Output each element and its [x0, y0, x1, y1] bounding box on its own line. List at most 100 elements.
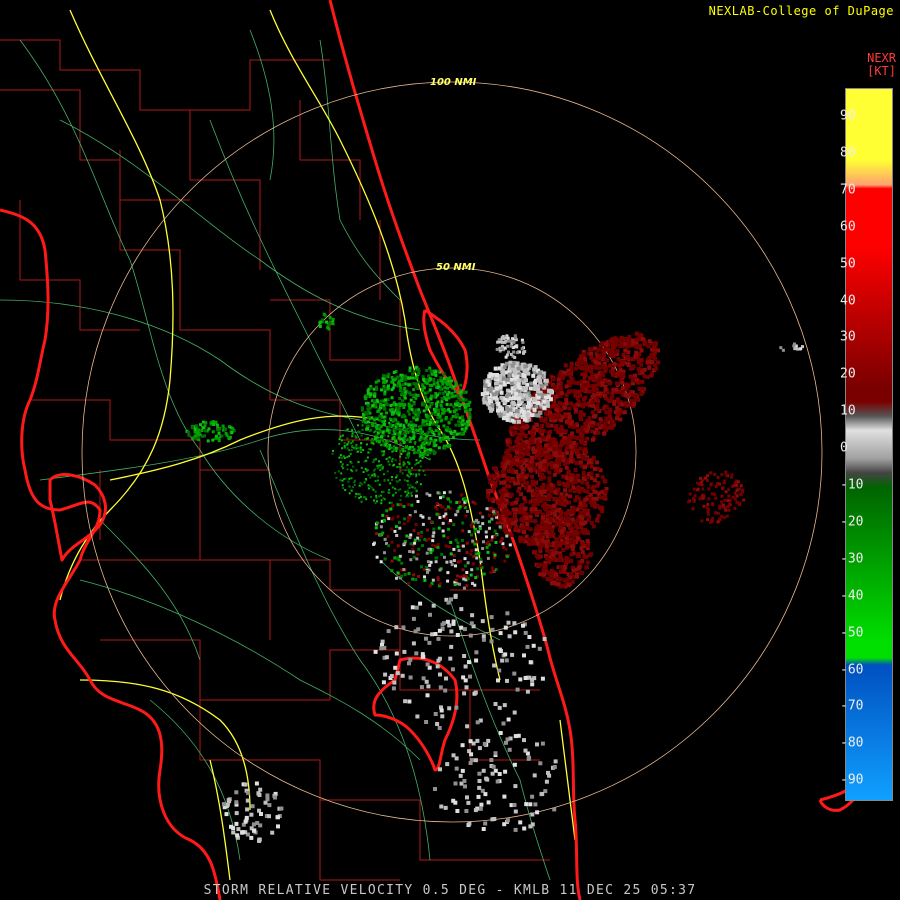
echo-pixel: [596, 347, 601, 352]
echo-pixel: [596, 491, 601, 496]
echo-pixel: [512, 402, 517, 407]
echo-pixel: [522, 481, 527, 486]
echo-pixel: [563, 439, 568, 444]
echo-pixel: [386, 426, 389, 429]
echo-pixel: [348, 477, 351, 480]
echo-pixel: [375, 532, 379, 536]
echo-pixel: [709, 482, 713, 486]
echo-pixel: [636, 357, 641, 362]
echo-pixel: [449, 403, 453, 407]
echo-pixel: [475, 738, 480, 743]
echo-pixel: [530, 474, 535, 479]
echo-pixel: [494, 391, 499, 396]
echo-pixel: [735, 488, 739, 492]
echo-pixel: [587, 458, 592, 463]
echo-pixel: [429, 551, 433, 554]
echo-pixel: [504, 361, 509, 366]
echo-pixel: [450, 667, 455, 672]
ring-label-50: 50 NMI: [436, 262, 476, 273]
echo-pixel: [431, 539, 435, 543]
echo-pixel: [448, 656, 453, 661]
echo-pixel: [595, 399, 600, 403]
echo-pixel: [449, 417, 453, 421]
echo-pixel: [622, 410, 627, 415]
echo-pixel: [231, 427, 235, 431]
echo-pixel: [384, 655, 389, 660]
echo-pixel: [547, 524, 552, 529]
echo-pixel: [459, 575, 463, 579]
echo-pixel: [393, 463, 395, 466]
echo-pixel: [529, 507, 534, 512]
echo-pixel: [552, 503, 557, 508]
echo-pixel: [557, 520, 561, 525]
echo-pixel: [595, 378, 600, 383]
echo-pixel: [471, 562, 475, 566]
echo-pixel: [502, 376, 507, 381]
echo-pixel: [391, 478, 394, 481]
echo-pixel: [431, 534, 435, 538]
echo-pixel: [520, 442, 525, 447]
echo-pixel: [522, 738, 526, 743]
echo-pixel: [481, 637, 486, 642]
echo-pixel: [546, 395, 551, 400]
echo-pixel: [386, 629, 391, 634]
echo-pixel: [411, 426, 414, 429]
echo-pixel: [442, 555, 446, 559]
echo-pixel: [587, 389, 592, 394]
echo-pixel: [392, 424, 395, 427]
echo-pixel: [391, 686, 396, 691]
echo-pixel: [406, 489, 409, 492]
echo-pixel: [224, 812, 229, 817]
echo-pixel: [547, 478, 552, 483]
echo-pixel: [424, 636, 428, 641]
echo-pixel: [396, 515, 400, 519]
echo-pixel: [498, 731, 503, 735]
echo-pixel: [376, 466, 379, 469]
echo-pixel: [198, 433, 202, 437]
echo-pixel: [556, 508, 560, 513]
echo-pixel: [477, 785, 482, 790]
echo-pixel: [692, 497, 695, 501]
echo-pixel: [375, 494, 378, 497]
echo-pixel: [524, 516, 529, 520]
echo-pixel: [252, 828, 256, 833]
echo-pixel: [445, 762, 450, 767]
echo-pixel: [382, 422, 386, 426]
echo-pixel: [501, 335, 505, 338]
echo-pixel: [495, 521, 499, 525]
echo-pixel: [390, 388, 394, 392]
echo-pixel: [711, 516, 715, 520]
echo-pixel: [412, 416, 416, 420]
echo-pixel: [453, 593, 458, 598]
echo-pixel: [552, 437, 557, 442]
echo-pixel: [514, 391, 519, 396]
echo-pixel: [553, 546, 558, 551]
echo-pixel: [409, 398, 413, 402]
echo-pixel: [402, 406, 406, 409]
echo-pixel: [498, 525, 502, 529]
echo-pixel: [406, 474, 409, 477]
echo-pixel: [377, 440, 381, 444]
echo-pixel: [373, 436, 376, 439]
echo-pixel: [464, 514, 468, 518]
echo-pixel: [447, 623, 452, 628]
echo-pixel: [405, 466, 408, 469]
echo-pixel: [558, 565, 563, 570]
echo-pixel: [597, 353, 602, 358]
echo-pixel: [607, 381, 612, 386]
echo-pixel: [545, 548, 550, 553]
echo-pixel: [540, 676, 545, 681]
echo-pixel: [440, 714, 445, 719]
echo-pixel: [396, 375, 400, 379]
echo-pixel: [705, 506, 709, 510]
echo-pixel: [481, 634, 486, 639]
echo-pixel: [548, 542, 553, 546]
echo-pixel: [408, 471, 411, 474]
echo-pixel: [428, 448, 432, 452]
echo-pixel: [322, 312, 326, 316]
echo-pixel: [426, 450, 429, 453]
echo-pixel: [535, 742, 539, 747]
echo-pixel: [415, 418, 419, 421]
echo-pixel: [379, 560, 383, 564]
echo-pixel: [458, 773, 463, 778]
